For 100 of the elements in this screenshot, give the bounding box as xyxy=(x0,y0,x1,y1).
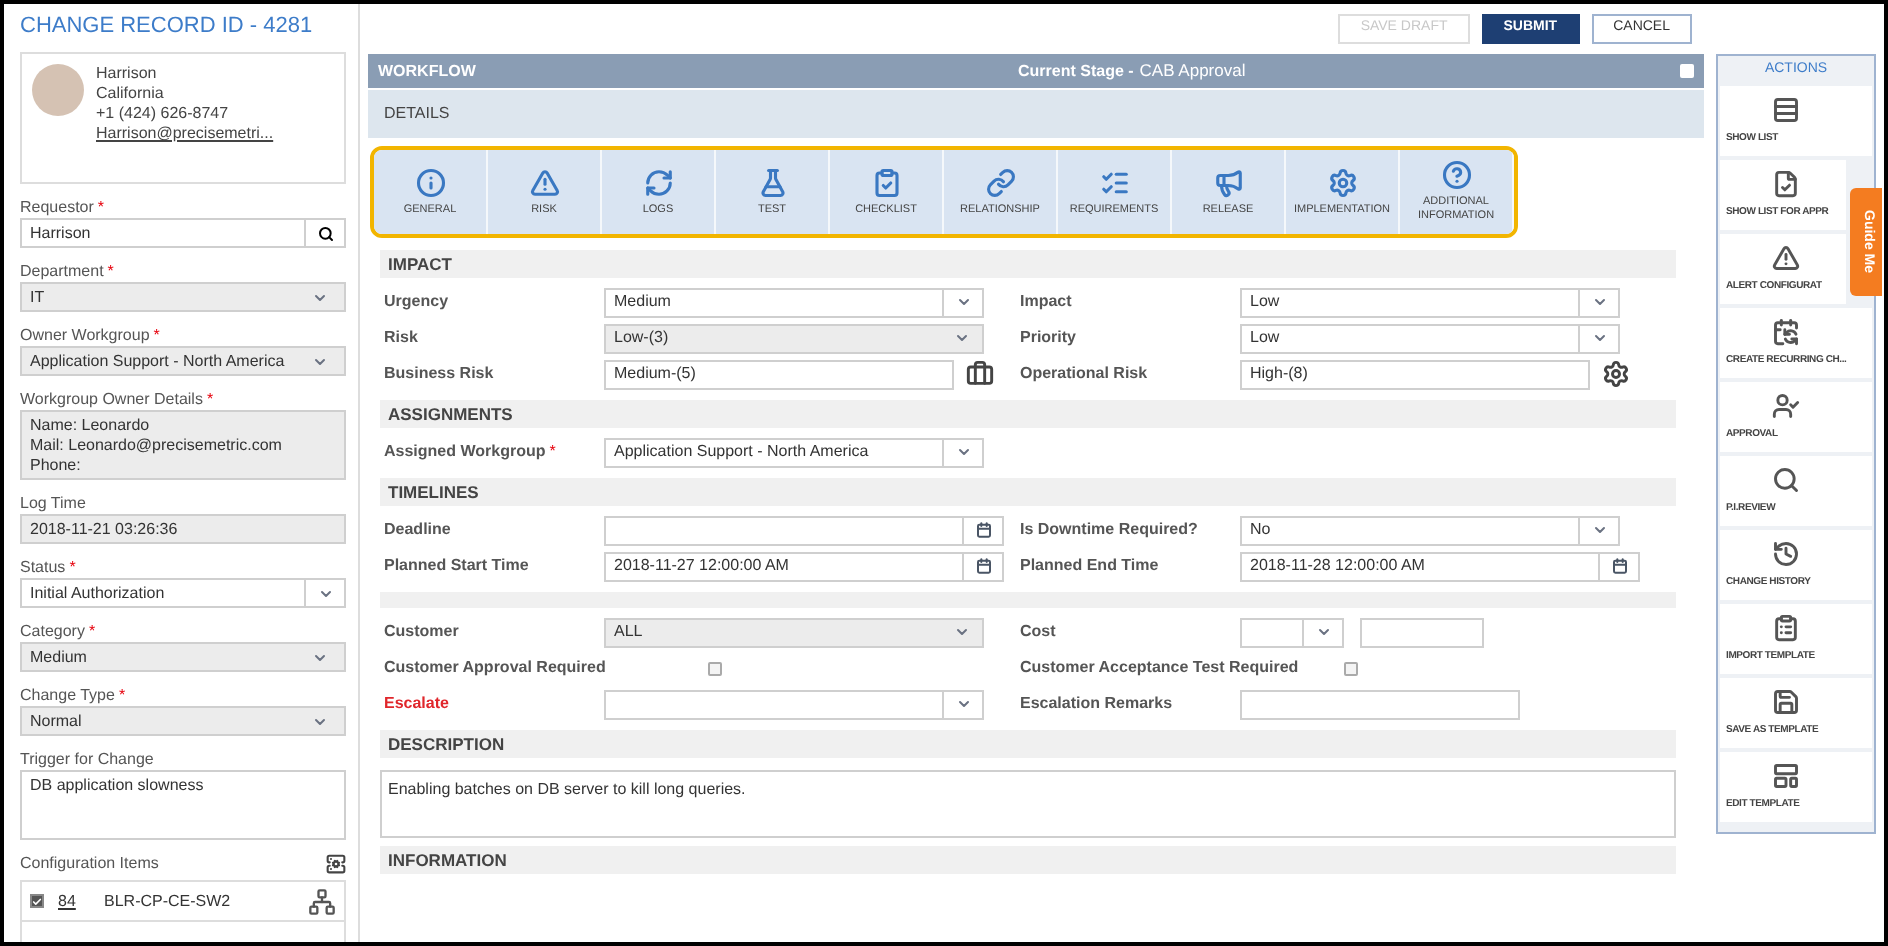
checkbox[interactable] xyxy=(1343,661,1357,675)
network-icon[interactable] xyxy=(308,887,336,915)
field-label: Business Risk xyxy=(384,362,494,386)
text-area[interactable]: DB application slowness xyxy=(20,770,346,840)
select-field[interactable]: Low xyxy=(1240,323,1620,353)
select-field[interactable]: No xyxy=(1240,515,1620,545)
input-field[interactable] xyxy=(1360,617,1484,647)
select-field[interactable]: Low xyxy=(1240,287,1620,317)
field-label: Planned End Time xyxy=(1020,554,1159,578)
clipboard-check-icon xyxy=(871,167,901,197)
item-id-link[interactable]: 84 xyxy=(52,889,92,913)
help-icon xyxy=(1441,160,1471,190)
caret-icon xyxy=(312,289,328,305)
contact-phone: +1 (424) 626-8747 xyxy=(96,104,231,124)
field-label: Is Downtime Required? xyxy=(1020,518,1198,542)
field-label: Log Time xyxy=(20,491,86,515)
description-text-area[interactable]: Enabling batches on DB server to kill long queries. xyxy=(380,770,1676,838)
select-field[interactable] xyxy=(604,689,984,719)
input-field[interactable] xyxy=(1240,689,1520,719)
refresh-icon xyxy=(643,167,673,197)
field-label: Cost xyxy=(1020,620,1056,644)
workflow-title: WORKFLOW xyxy=(378,59,478,83)
user-check-icon xyxy=(1772,391,1800,420)
required-mark: * xyxy=(118,683,126,707)
field-label: Category xyxy=(20,619,85,643)
select-field[interactable]: Application Support - North America xyxy=(604,437,984,467)
table-cell-text: BLR-CP-CE-SW2 xyxy=(102,889,233,913)
link-icon xyxy=(985,167,1015,197)
section-header: TIMELINES xyxy=(380,478,1676,506)
caret-icon xyxy=(955,294,971,310)
caret-icon xyxy=(1591,294,1607,310)
briefcase-icon[interactable] xyxy=(966,360,994,388)
input-field[interactable]: Medium-(5) xyxy=(604,359,954,389)
date-field[interactable] xyxy=(604,515,1004,545)
field-label: Customer Approval Required xyxy=(384,656,606,680)
checkbox[interactable] xyxy=(707,661,721,675)
field-label: Urgency xyxy=(384,290,449,314)
required-mark: * xyxy=(88,619,96,643)
details-header: DETAILS xyxy=(368,90,1704,138)
field-label: Status xyxy=(20,555,66,579)
field-label: Customer xyxy=(384,620,459,644)
field-label: Operational Risk xyxy=(1020,362,1148,386)
field-label: Trigger for Change xyxy=(20,747,154,771)
contact-name: Harrison xyxy=(96,64,159,84)
contact-email[interactable]: Harrison@precisemetri... xyxy=(96,124,274,144)
required-mark: * xyxy=(107,259,114,283)
stage-value: CAB Approval xyxy=(1139,58,1246,84)
caret-icon xyxy=(955,444,971,460)
caret-icon xyxy=(954,624,970,640)
calendar-icon xyxy=(1611,558,1627,574)
list-icon xyxy=(1772,95,1800,124)
search-button[interactable] xyxy=(306,218,346,248)
gear-icon xyxy=(1327,167,1357,197)
date-field[interactable]: 2018-11-27 12:00:00 AM xyxy=(604,551,1004,581)
field-label: Planned Start Time xyxy=(384,554,529,578)
expand-icon[interactable] xyxy=(1680,64,1694,78)
field-label: Deadline xyxy=(384,518,451,542)
flask-icon xyxy=(757,167,787,197)
calendar-icon xyxy=(975,522,991,538)
search-icon xyxy=(1772,465,1800,494)
field-label: Owner Workgroup xyxy=(20,323,150,347)
required-mark: * xyxy=(153,323,160,347)
calendar-icon xyxy=(975,558,991,574)
field-label: Requestor xyxy=(20,195,94,219)
gear-icon[interactable] xyxy=(1602,360,1630,388)
warning-icon xyxy=(529,167,559,197)
recurring-calendar-icon xyxy=(1772,317,1800,346)
server-icon[interactable] xyxy=(326,854,346,874)
contact-location: California xyxy=(96,84,166,104)
template-icon xyxy=(1772,761,1800,790)
required-mark: * xyxy=(69,555,76,579)
megaphone-icon xyxy=(1213,167,1243,197)
caret-icon xyxy=(1591,522,1607,538)
caret-icon xyxy=(954,330,970,346)
stage-label: Current Stage - xyxy=(1018,59,1134,83)
currency-select[interactable] xyxy=(1240,617,1344,647)
info-icon xyxy=(415,167,445,197)
caret-icon xyxy=(955,696,971,712)
caret-icon xyxy=(317,585,333,601)
field-label: Impact xyxy=(1020,290,1072,314)
input-field[interactable]: High-(8) xyxy=(1240,359,1590,389)
save-icon xyxy=(1772,687,1800,716)
field-label: Customer Acceptance Test Required xyxy=(1020,656,1299,680)
caret-icon xyxy=(312,713,328,729)
section-header: IMPACT xyxy=(380,250,1676,278)
caret-icon xyxy=(312,353,328,369)
page-title: CHANGE RECORD ID - 4281 xyxy=(20,12,315,42)
required-mark: * xyxy=(206,387,214,411)
select-field[interactable]: Initial Authorization xyxy=(20,578,346,608)
date-field[interactable]: 2018-11-28 12:00:00 AM xyxy=(1240,551,1640,581)
field-label: Risk xyxy=(384,326,418,350)
warning-icon xyxy=(1772,243,1800,272)
field-label: Escalate xyxy=(384,692,449,716)
clipboard-icon xyxy=(1772,613,1800,642)
field-label: Change Type xyxy=(20,683,115,707)
avatar-placeholder xyxy=(32,64,84,116)
checkbox[interactable] xyxy=(30,894,44,908)
input-field[interactable]: Harrison xyxy=(20,218,306,248)
caret-icon xyxy=(1315,624,1331,640)
select-field[interactable]: Medium xyxy=(604,287,984,317)
